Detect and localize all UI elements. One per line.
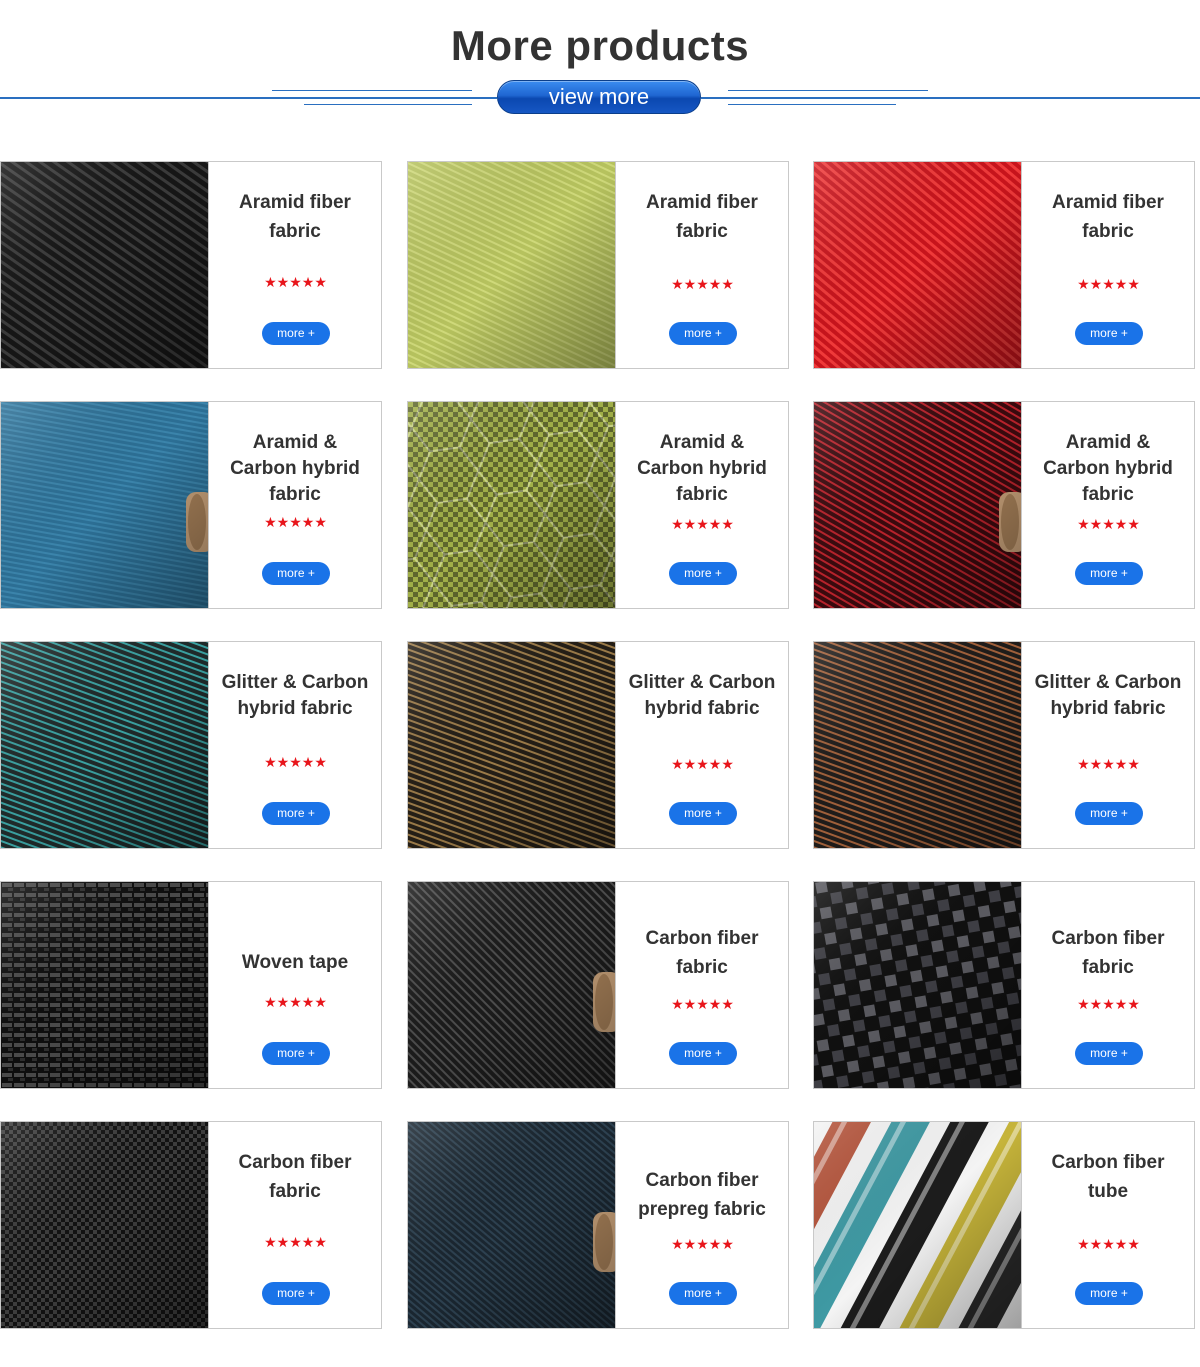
more-button[interactable]: more + bbox=[1075, 802, 1143, 825]
more-button[interactable]: more + bbox=[262, 562, 330, 585]
product-name[interactable]: Aramid fiber fabric bbox=[217, 188, 373, 246]
product-image[interactable] bbox=[814, 402, 1021, 608]
more-button[interactable]: more + bbox=[669, 802, 737, 825]
divider-right-upper bbox=[728, 90, 928, 91]
product-name[interactable]: Glitter & Carbon hybrid fabric bbox=[217, 670, 373, 722]
product-info: Woven tape ★★★★★ more + bbox=[208, 882, 381, 1088]
rating-stars: ★★★★★ bbox=[264, 994, 327, 1010]
rating-stars: ★★★★★ bbox=[1077, 1236, 1140, 1252]
product-info: Aramid & Carbon hybrid fabric ★★★★★ more + bbox=[1021, 402, 1194, 608]
product-card[interactable]: Woven tape ★★★★★ more + bbox=[0, 881, 382, 1089]
product-info: Aramid & Carbon hybrid fabric ★★★★★ more + bbox=[208, 402, 381, 608]
product-name[interactable]: Aramid & Carbon hybrid fabric bbox=[1030, 430, 1186, 508]
more-button[interactable]: more + bbox=[669, 562, 737, 585]
product-card[interactable]: Carbon fiber tube ★★★★★ more + bbox=[813, 1121, 1195, 1329]
more-button[interactable]: more + bbox=[262, 1282, 330, 1305]
product-card[interactable]: Aramid fiber fabric ★★★★★ more + bbox=[813, 161, 1195, 369]
more-button[interactable]: more + bbox=[262, 322, 330, 345]
product-name[interactable]: Carbon fiber fabric bbox=[217, 1148, 373, 1206]
product-name[interactable]: Aramid fiber fabric bbox=[624, 188, 780, 246]
product-info: Carbon fiber fabric ★★★★★ more + bbox=[615, 882, 788, 1088]
rating-stars: ★★★★★ bbox=[1077, 276, 1140, 292]
more-button[interactable]: more + bbox=[669, 1282, 737, 1305]
product-card[interactable]: Aramid & Carbon hybrid fabric ★★★★★ more + bbox=[407, 401, 789, 609]
product-info: Carbon fiber fabric ★★★★★ more + bbox=[208, 1122, 381, 1328]
product-name[interactable]: Carbon fiber tube bbox=[1030, 1148, 1186, 1206]
product-image[interactable] bbox=[408, 1122, 615, 1328]
product-name[interactable]: Carbon fiber fabric bbox=[624, 924, 780, 982]
more-button[interactable]: more + bbox=[1075, 1042, 1143, 1065]
product-image[interactable] bbox=[1, 1122, 208, 1328]
product-card[interactable]: Carbon fiber fabric ★★★★★ more + bbox=[813, 881, 1195, 1089]
rating-stars: ★★★★★ bbox=[671, 756, 734, 772]
rating-stars: ★★★★★ bbox=[671, 516, 734, 532]
rating-stars: ★★★★★ bbox=[264, 754, 327, 770]
product-info: Carbon fiber prepreg fabric ★★★★★ more + bbox=[615, 1122, 788, 1328]
product-card[interactable]: Glitter & Carbon hybrid fabric ★★★★★ more … bbox=[0, 641, 382, 849]
product-name[interactable]: Glitter & Carbon hybrid fabric bbox=[1030, 670, 1186, 722]
more-button[interactable]: more + bbox=[1075, 562, 1143, 585]
more-button[interactable]: more + bbox=[262, 802, 330, 825]
product-name[interactable]: Woven tape bbox=[217, 948, 373, 977]
product-card[interactable]: Aramid fiber fabric ★★★★★ more + bbox=[407, 161, 789, 369]
rating-stars: ★★★★★ bbox=[1077, 516, 1140, 532]
divider-left-upper bbox=[272, 90, 472, 91]
product-image[interactable] bbox=[1, 402, 208, 608]
product-image[interactable] bbox=[814, 162, 1021, 368]
product-name[interactable]: Aramid & Carbon hybrid fabric bbox=[217, 430, 373, 508]
rating-stars: ★★★★★ bbox=[264, 274, 327, 290]
more-button[interactable]: more + bbox=[1075, 1282, 1143, 1305]
rating-stars: ★★★★★ bbox=[264, 1234, 327, 1250]
product-image[interactable] bbox=[1, 642, 208, 848]
product-name[interactable]: Carbon fiber prepreg fabric bbox=[624, 1166, 780, 1224]
product-info: Carbon fiber tube ★★★★★ more + bbox=[1021, 1122, 1194, 1328]
product-card[interactable]: Aramid & Carbon hybrid fabric ★★★★★ more + bbox=[0, 401, 382, 609]
product-info: Glitter & Carbon hybrid fabric ★★★★★ more … bbox=[208, 642, 381, 848]
rating-stars: ★★★★★ bbox=[671, 276, 734, 292]
section-header: More products view more bbox=[0, 0, 1200, 130]
view-more-button[interactable]: view more bbox=[497, 80, 701, 114]
product-name[interactable]: Carbon fiber fabric bbox=[1030, 924, 1186, 982]
product-info: Aramid fiber fabric ★★★★★ more + bbox=[208, 162, 381, 368]
product-image[interactable] bbox=[814, 882, 1021, 1088]
more-button[interactable]: more + bbox=[669, 322, 737, 345]
product-image[interactable] bbox=[408, 642, 615, 848]
rating-stars: ★★★★★ bbox=[671, 996, 734, 1012]
product-image[interactable] bbox=[408, 162, 615, 368]
product-image[interactable] bbox=[1, 882, 208, 1088]
rating-stars: ★★★★★ bbox=[1077, 756, 1140, 772]
product-info: Aramid & Carbon hybrid fabric ★★★★★ more + bbox=[615, 402, 788, 608]
divider-left-long bbox=[0, 97, 497, 99]
product-info: Carbon fiber fabric ★★★★★ more + bbox=[1021, 882, 1194, 1088]
more-button[interactable]: more + bbox=[262, 1042, 330, 1065]
product-card[interactable]: Aramid & Carbon hybrid fabric ★★★★★ more + bbox=[813, 401, 1195, 609]
divider-right-lower bbox=[728, 104, 896, 105]
product-image[interactable] bbox=[814, 642, 1021, 848]
more-button[interactable]: more + bbox=[669, 1042, 737, 1065]
product-image[interactable] bbox=[408, 882, 615, 1088]
product-name[interactable]: Aramid & Carbon hybrid fabric bbox=[624, 430, 780, 508]
product-image[interactable] bbox=[408, 402, 615, 608]
rating-stars: ★★★★★ bbox=[671, 1236, 734, 1252]
divider-right-long bbox=[701, 97, 1200, 99]
more-button[interactable]: more + bbox=[1075, 322, 1143, 345]
page-title: More products bbox=[450, 22, 750, 69]
product-info: Glitter & Carbon hybrid fabric ★★★★★ more … bbox=[1021, 642, 1194, 848]
divider-left-lower bbox=[304, 104, 472, 105]
product-name[interactable]: Glitter & Carbon hybrid fabric bbox=[624, 670, 780, 722]
product-info: Aramid fiber fabric ★★★★★ more + bbox=[1021, 162, 1194, 368]
product-image[interactable] bbox=[1, 162, 208, 368]
product-card[interactable]: Glitter & Carbon hybrid fabric ★★★★★ more … bbox=[813, 641, 1195, 849]
product-card[interactable]: Carbon fiber prepreg fabric ★★★★★ more + bbox=[407, 1121, 789, 1329]
product-card[interactable]: Carbon fiber fabric ★★★★★ more + bbox=[0, 1121, 382, 1329]
rating-stars: ★★★★★ bbox=[264, 514, 327, 530]
product-name[interactable]: Aramid fiber fabric bbox=[1030, 188, 1186, 246]
product-card[interactable]: Carbon fiber fabric ★★★★★ more + bbox=[407, 881, 789, 1089]
product-info: Glitter & Carbon hybrid fabric ★★★★★ more … bbox=[615, 642, 788, 848]
rating-stars: ★★★★★ bbox=[1077, 996, 1140, 1012]
product-info: Aramid fiber fabric ★★★★★ more + bbox=[615, 162, 788, 368]
product-image[interactable] bbox=[814, 1122, 1021, 1328]
product-card[interactable]: Aramid fiber fabric ★★★★★ more + bbox=[0, 161, 382, 369]
product-card[interactable]: Glitter & Carbon hybrid fabric ★★★★★ more … bbox=[407, 641, 789, 849]
